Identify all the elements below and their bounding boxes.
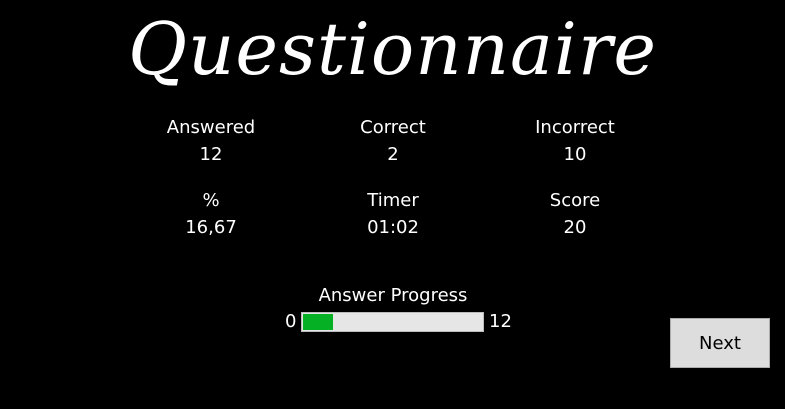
- stat-timer: Timer 01:02: [303, 187, 483, 241]
- answer-progress-max: 12: [489, 311, 512, 332]
- stat-answered-label: Answered: [166, 117, 256, 138]
- stat-score: Score 20: [485, 187, 665, 241]
- stat-correct-value: 2: [387, 144, 399, 165]
- next-button[interactable]: Next: [670, 318, 770, 368]
- stat-correct: Correct 2: [303, 114, 483, 168]
- stat-answered-value: 12: [199, 144, 223, 165]
- stat-answered: Answered 12: [121, 114, 301, 168]
- answer-progress-min: 0: [285, 311, 297, 332]
- stat-timer-value: 01:02: [367, 217, 419, 238]
- stat-percent: % 16,67: [121, 187, 301, 241]
- stat-correct-label: Correct: [360, 117, 426, 138]
- stat-timer-label: Timer: [367, 190, 419, 211]
- answer-progress-fill: [303, 314, 333, 330]
- stat-percent-value: 16,67: [185, 217, 237, 238]
- answer-progress-label: Answer Progress: [318, 285, 468, 306]
- stat-incorrect-value: 10: [563, 144, 587, 165]
- answer-progress-bar: [301, 312, 484, 332]
- stat-incorrect: Incorrect 10: [485, 114, 665, 168]
- stat-score-label: Score: [549, 190, 601, 211]
- questionnaire-window: Questionnaire Answered 12 Correct 2 Inco…: [0, 0, 785, 409]
- page-title: Questionnaire: [128, 7, 657, 91]
- stat-percent-label: %: [202, 190, 220, 211]
- stat-score-value: 20: [563, 217, 587, 238]
- stat-incorrect-label: Incorrect: [535, 117, 615, 138]
